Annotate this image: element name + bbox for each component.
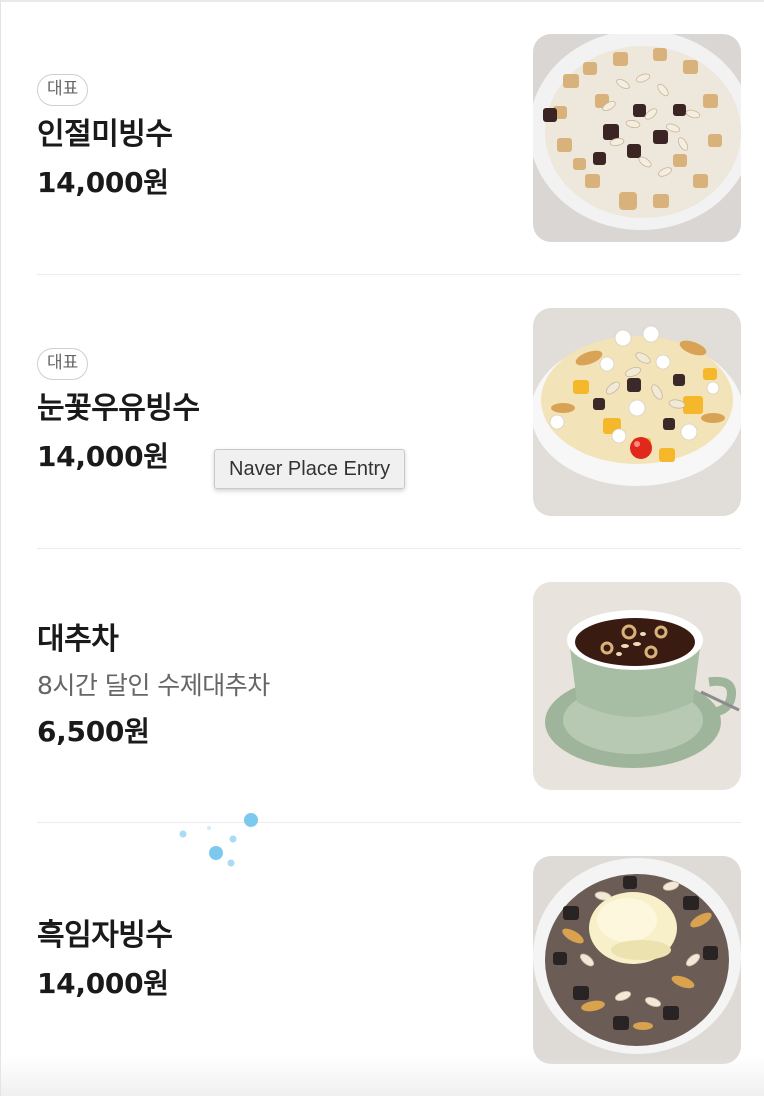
injeolmi-bingsu-photo[interactable]	[533, 34, 741, 242]
loading-spinner-icon	[179, 813, 258, 867]
black-sesame-bingsu-photo[interactable]	[533, 856, 741, 1064]
menu-item-injeolmi-bingsu[interactable]: 대표 인절미빙수 14,000원	[37, 34, 741, 242]
naver-place-tooltip: Naver Place Entry	[214, 449, 406, 489]
menu-item-info: 대추차 8시간 달인 수제대추차 6,500원	[37, 582, 507, 790]
menu-page: 대표 인절미빙수 14,000원 대표 눈꽃우유빙수 14,000원 대추차 8…	[0, 0, 764, 1096]
signature-badge: 대표	[37, 348, 89, 380]
menu-item-price: 14,000원	[37, 166, 169, 199]
menu-item-name: 흑임자빙수	[37, 918, 173, 953]
item-divider	[37, 822, 741, 823]
menu-item-info: 흑임자빙수 14,000원	[37, 856, 507, 1064]
item-divider	[37, 548, 741, 549]
menu-item-price: 6,500원	[37, 715, 150, 748]
signature-badge: 대표	[37, 74, 89, 106]
menu-item-name: 대추차	[37, 622, 119, 657]
milk-bingsu-photo[interactable]	[533, 308, 741, 516]
menu-item-price: 14,000원	[37, 967, 169, 1000]
top-border	[1, 0, 764, 2]
bottom-fade	[1, 1056, 764, 1096]
menu-item-black-sesame-bingsu[interactable]: 흑임자빙수 14,000원	[37, 856, 741, 1064]
menu-item-name: 눈꽃우유빙수	[37, 391, 200, 426]
menu-item-jujube-tea[interactable]: 대추차 8시간 달인 수제대추차 6,500원	[37, 582, 741, 790]
item-divider	[37, 274, 741, 275]
jujube-tea-photo[interactable]	[533, 582, 741, 790]
menu-item-info: 대표 인절미빙수 14,000원	[37, 34, 507, 242]
menu-item-name: 인절미빙수	[37, 117, 173, 152]
menu-item-description: 8시간 달인 수제대추차	[37, 671, 270, 700]
